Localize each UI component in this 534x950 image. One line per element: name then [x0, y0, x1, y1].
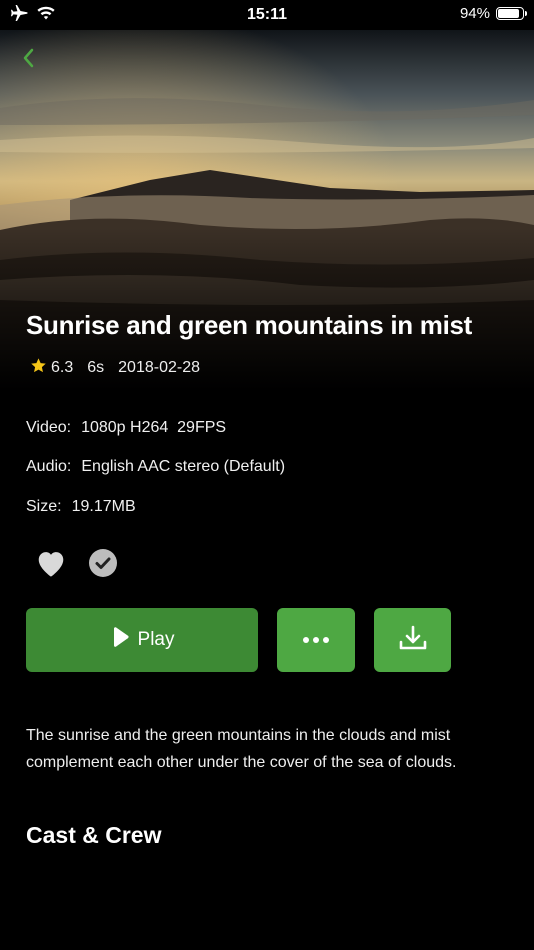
- audio-label: Audio:: [26, 458, 72, 475]
- more-icon: [301, 631, 331, 649]
- quick-actions: [34, 548, 118, 583]
- movie-meta: 6.3 6s 2018-02-28: [30, 357, 200, 379]
- battery-icon: [496, 7, 527, 20]
- video-label: Video:: [26, 419, 72, 436]
- star-icon: [30, 357, 47, 379]
- release-date: 2018-02-28: [118, 359, 200, 376]
- status-time: 15:11: [246, 6, 288, 23]
- play-button[interactable]: Play: [26, 608, 258, 672]
- heart-icon[interactable]: [34, 548, 68, 583]
- audio-value: English AAC stereo (Default): [81, 458, 286, 475]
- back-chevron-icon[interactable]: [18, 45, 40, 71]
- video-info: Video: 1080p H264 29FPS: [26, 419, 226, 437]
- size-label: Size:: [26, 498, 62, 515]
- movie-description: The sunrise and the green mountains in t…: [26, 727, 457, 771]
- audio-info: Audio: English AAC stereo (Default): [26, 458, 285, 476]
- movie-title: Sunrise and green mountains in mist: [26, 310, 473, 340]
- download-button[interactable]: [374, 608, 451, 672]
- size-info: Size: 19.17MB: [26, 498, 136, 516]
- play-icon: [110, 626, 138, 654]
- cast-crew-heading: Cast & Crew: [26, 822, 162, 848]
- rating-value: 6.3: [51, 359, 74, 376]
- play-label: Play: [137, 629, 175, 650]
- duration-value: 6s: [87, 359, 105, 376]
- size-value: 19.17MB: [71, 498, 136, 515]
- check-icon[interactable]: [88, 548, 118, 583]
- more-button[interactable]: [277, 608, 355, 672]
- battery-percent: 94%: [459, 5, 490, 22]
- video-value: 1080p H264 29FPS: [81, 419, 227, 436]
- download-icon: [398, 624, 428, 657]
- status-bar: 15:11 94%: [0, 0, 534, 30]
